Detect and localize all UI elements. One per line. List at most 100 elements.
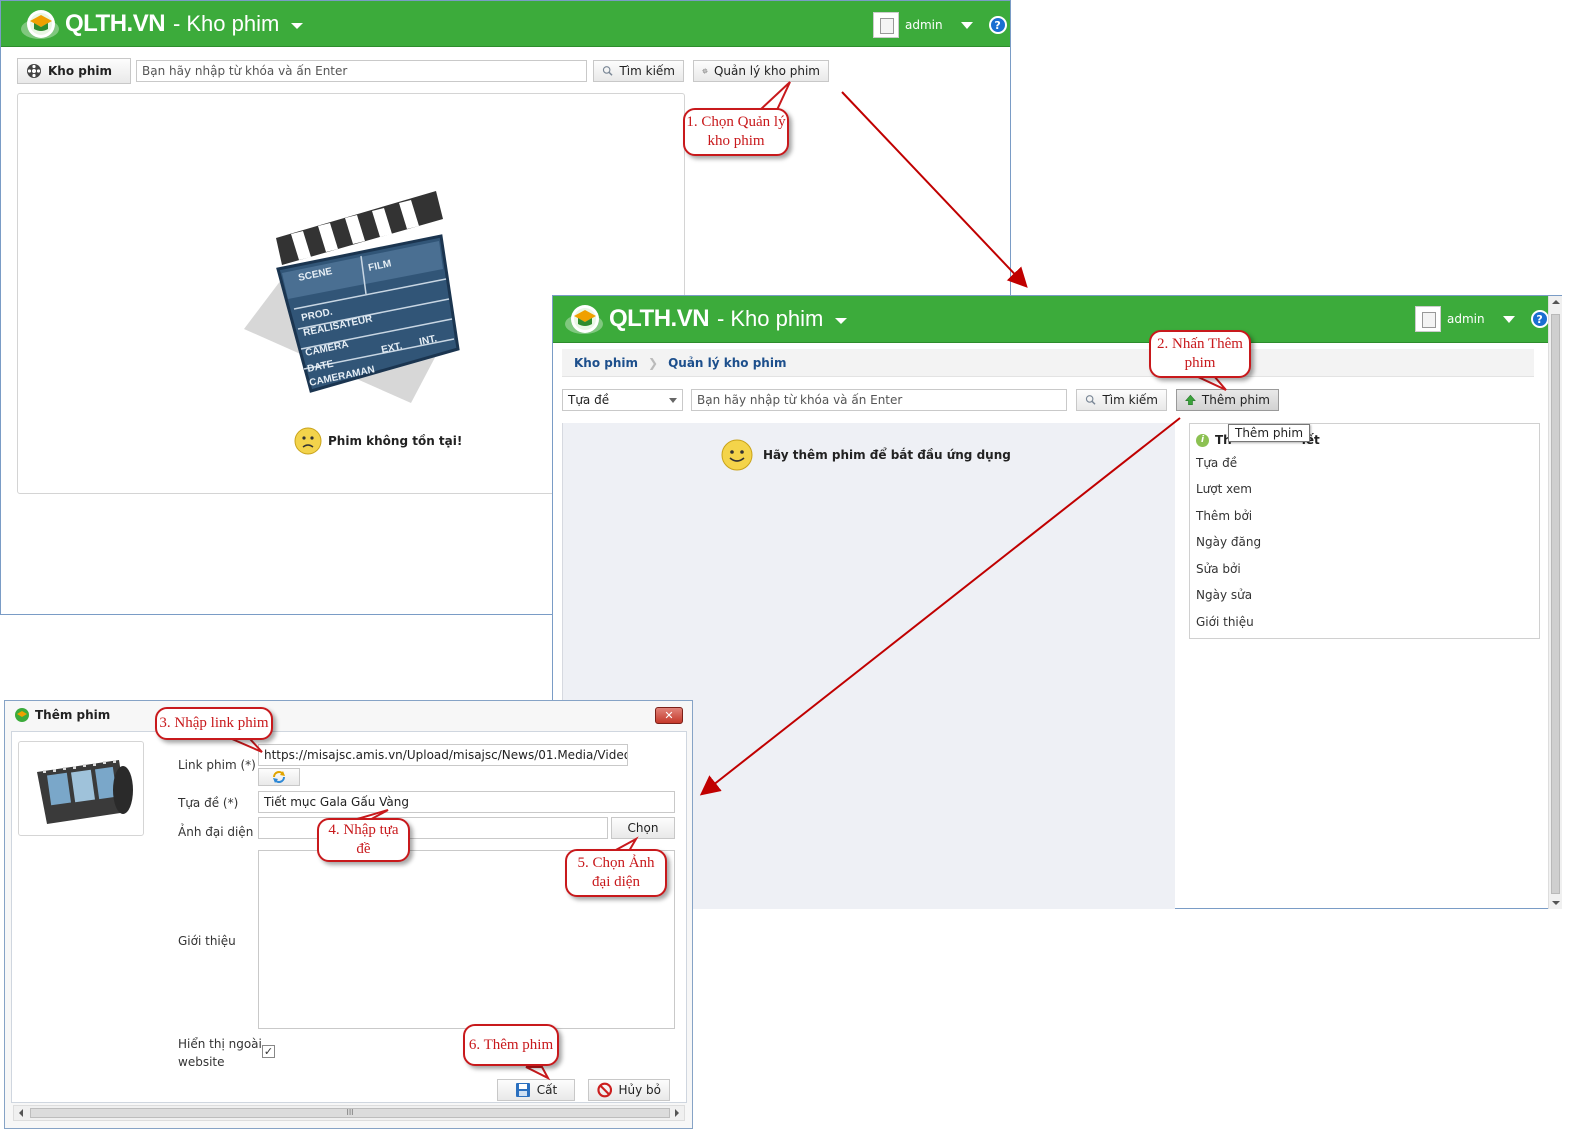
callout-2-line2: phim	[1184, 355, 1216, 371]
search-input[interactable]: Bạn hãy nhập từ khóa và ấn Enter	[136, 60, 587, 82]
thumbnail-input[interactable]	[258, 817, 608, 839]
search-button[interactable]: Tìm kiếm	[593, 60, 684, 82]
tab-kho-phim[interactable]: Kho phim	[17, 58, 131, 84]
manage-library-label: Quản lý kho phim	[713, 64, 820, 78]
module-name: Kho phim	[186, 11, 280, 36]
save-button[interactable]: Cất	[497, 1079, 575, 1101]
link-input[interactable]: https://misajsc.amis.vn/Upload/misajsc/N…	[258, 744, 628, 766]
detail-field-edited-by: Sửa bởi	[1196, 562, 1241, 576]
module-dropdown-icon[interactable]	[835, 317, 848, 324]
website-label-line1: Hiển thị ngoài	[178, 1037, 262, 1051]
callout-5-line1: 5. Chọn Ảnh	[577, 855, 655, 871]
scroll-down-arrow-icon[interactable]	[1552, 901, 1560, 905]
add-movie-label: Thêm phim	[1201, 393, 1270, 407]
search-button-label: Tìm kiếm	[1102, 393, 1158, 407]
add-movie-dialog: Thêm phim ✕ Link phim (*) https://misajs…	[4, 700, 693, 1129]
module-name: Kho phim	[730, 306, 824, 331]
chevron-down-icon	[669, 398, 677, 403]
user-avatar	[1415, 306, 1441, 332]
filter-select[interactable]: Tựa đề	[562, 389, 683, 411]
checkmark-icon: ✓	[263, 1045, 274, 1058]
choose-thumbnail-label: Chọn	[627, 821, 659, 835]
search-icon	[1085, 395, 1096, 405]
callout-2: 2. Nhấn Thêm phim	[1149, 330, 1251, 378]
scroll-grip: III	[346, 1108, 354, 1117]
save-button-label: Cất	[536, 1083, 558, 1097]
app-logo[interactable]: QLTH.VN - Kho phim	[19, 7, 304, 41]
breadcrumb-item-kho-phim[interactable]: Kho phim	[562, 356, 648, 370]
scroll-up-arrow-icon[interactable]	[1552, 300, 1560, 304]
user-dropdown-icon[interactable]	[960, 21, 973, 29]
cancel-button[interactable]: Hủy bỏ	[588, 1079, 670, 1101]
list-empty-message: Hãy thêm phim để bắt đầu ứng dụng	[763, 448, 1011, 462]
module-dropdown-icon[interactable]	[291, 22, 304, 29]
sad-face-icon	[294, 427, 322, 455]
user-menu[interactable]: admin ?	[873, 12, 1007, 38]
filter-select-value: Tựa đề	[568, 393, 610, 407]
search-button[interactable]: Tìm kiếm	[1076, 389, 1167, 411]
movie-thumbnail	[18, 741, 144, 836]
callout-5: 5. Chọn Ảnh đại diện	[565, 849, 667, 897]
refresh-button[interactable]	[258, 768, 300, 786]
app-brand: QLTH.VN	[609, 305, 710, 332]
add-movie-button[interactable]: Thêm phim	[1176, 389, 1279, 411]
app-logo[interactable]: QLTH.VN - Kho phim	[563, 302, 848, 336]
callout-4-line2: đề	[356, 841, 371, 857]
callout-6-line1: 6. Thêm phim	[468, 1036, 554, 1053]
cancel-button-label: Hủy bỏ	[618, 1083, 661, 1097]
horizontal-scrollbar[interactable]: III	[13, 1105, 685, 1121]
callout-4: 4. Nhập tựa đề	[317, 818, 410, 862]
refresh-icon	[273, 771, 285, 783]
manage-library-window: QLTH.VN - Kho phim admin ? Kho phim ❯ Qu…	[552, 295, 1562, 909]
qlth-logo-icon	[565, 305, 603, 334]
title-label: Tựa đề (*)	[178, 796, 239, 810]
close-button[interactable]: ✕	[655, 707, 683, 724]
smiley-icon	[721, 439, 753, 471]
manage-library-button[interactable]: Quản lý kho phim	[693, 60, 829, 82]
callout-2-line1: 2. Nhấn Thêm	[1157, 336, 1243, 352]
choose-thumbnail-button[interactable]: Chọn	[611, 817, 675, 839]
scroll-right-arrow-icon[interactable]	[675, 1109, 679, 1117]
cancel-icon	[597, 1082, 613, 1098]
user-menu[interactable]: admin ?	[1415, 306, 1549, 332]
user-dropdown-icon[interactable]	[1502, 315, 1515, 323]
detail-field-edit-date: Ngày sửa	[1196, 588, 1253, 602]
close-icon: ✕	[664, 709, 674, 722]
clapperboard-illustration: SCENE FILM PROD. REALISATEUR CAMERA EXT.…	[244, 191, 460, 403]
film-strip-icon	[37, 760, 133, 824]
gear-icon	[702, 68, 708, 74]
callout-1-line2: kho phim	[707, 133, 765, 149]
detail-field-views: Lượt xem	[1196, 482, 1252, 496]
empty-message: Phim không tồn tại!	[328, 434, 463, 448]
callout-5-line2: đại diện	[592, 874, 640, 890]
detail-field-post-date: Ngày đăng	[1196, 535, 1262, 549]
title-input[interactable]: Tiết mục Gala Gấu Vàng	[258, 791, 675, 813]
breadcrumb-item-manage[interactable]: Quản lý kho phim	[658, 356, 796, 370]
upload-arrow-icon	[1185, 394, 1196, 406]
website-checkbox[interactable]: ✓	[262, 1045, 275, 1058]
intro-label: Giới thiệu	[178, 934, 236, 948]
callout-6: 6. Thêm phim	[463, 1024, 559, 1066]
qlth-logo-icon	[21, 10, 59, 39]
callout-3: 3. Nhập link phim	[155, 707, 273, 740]
info-icon: i	[1196, 433, 1209, 447]
app-header: QLTH.VN - Kho phim admin ?	[553, 296, 1561, 343]
list-empty-state: Hãy thêm phim để bắt đầu ứng dụng	[721, 439, 1011, 471]
help-icon[interactable]: ?	[1530, 310, 1549, 328]
empty-state: Phim không tồn tại!	[294, 427, 462, 455]
app-brand: QLTH.VN	[65, 10, 166, 37]
scroll-left-arrow-icon[interactable]	[19, 1109, 23, 1117]
user-avatar	[873, 12, 899, 38]
breadcrumb-separator-icon: ❯	[648, 355, 659, 370]
scroll-thumb[interactable]	[1551, 314, 1560, 894]
search-input[interactable]: Bạn hãy nhập từ khóa và ấn Enter	[691, 389, 1067, 411]
website-label-line2: website	[178, 1055, 225, 1069]
horizontal-scroll-thumb[interactable]: III	[30, 1108, 670, 1118]
help-icon[interactable]: ?	[988, 16, 1007, 34]
tab-label: Kho phim	[48, 64, 113, 78]
detail-panel: i Th iết Tựa đề Lượt xem Thêm bởi Ngày đ…	[1189, 423, 1540, 639]
thumbnail-label: Ảnh đại diện	[178, 825, 254, 839]
film-reel-icon	[27, 64, 41, 78]
vertical-scrollbar[interactable]	[1548, 296, 1562, 909]
callout-1: 1. Chọn Quản lý kho phim	[683, 108, 789, 156]
